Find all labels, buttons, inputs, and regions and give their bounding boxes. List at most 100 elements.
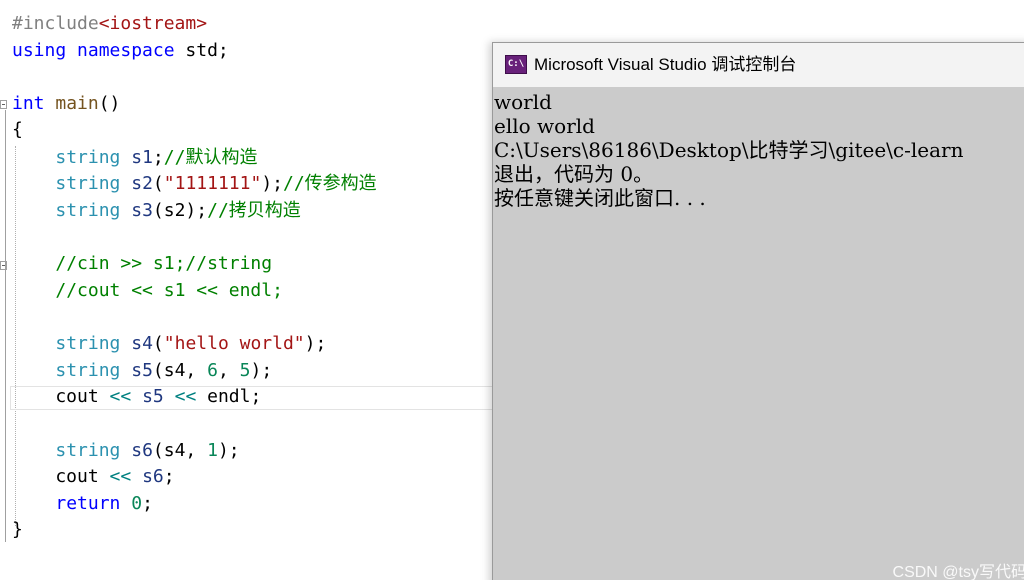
code-token: string	[55, 173, 121, 194]
code-line[interactable]: using namespace std;	[12, 38, 229, 64]
code-line[interactable]: int main()	[12, 91, 120, 117]
code-token: //拷贝构造	[207, 200, 301, 221]
code-token: <iostream>	[98, 13, 208, 34]
code-token: (	[152, 173, 164, 194]
console-output-area[interactable]: world ello world C:\Users\86186\Desktop\比特…	[493, 87, 1024, 580]
code-token: {	[12, 119, 23, 140]
code-line[interactable]: string s1;//默认构造	[12, 145, 257, 171]
console-title-bar[interactable]: C:\ Microsoft Visual Studio 调试控制台	[493, 43, 1024, 87]
code-token: string	[55, 200, 121, 221]
code-token: "1111111"	[163, 173, 262, 194]
code-line[interactable]: cout << s5 << endl;	[12, 384, 261, 410]
console-output-line: C:\Users\86186\Desktop\比特学习\gitee\c-lear…	[494, 138, 964, 162]
code-token: );	[261, 173, 283, 194]
code-token: ()	[98, 93, 121, 114]
console-output-line: 按任意键关闭此窗口. . .	[494, 186, 706, 210]
code-token: string	[55, 360, 121, 381]
code-token: s1	[131, 147, 153, 168]
code-token: //传参构造	[283, 173, 377, 194]
code-token: using	[12, 40, 67, 61]
code-token: main	[55, 93, 99, 114]
code-token: );	[217, 440, 240, 461]
code-token: s3	[131, 200, 153, 221]
code-token: ;	[142, 493, 153, 514]
code-token: 6	[207, 360, 218, 381]
code-line[interactable]: string s5(s4, 6, 5);	[12, 358, 272, 384]
console-window-title: Microsoft Visual Studio 调试控制台	[534, 55, 797, 74]
code-token: (s4,	[152, 360, 208, 381]
code-token: (s4,	[152, 440, 208, 461]
code-token: ,	[217, 360, 240, 381]
code-token: //cin >> s1;//string	[55, 253, 273, 274]
code-line[interactable]: return 0;	[12, 491, 153, 517]
debug-console-window[interactable]: C:\ Microsoft Visual Studio 调试控制台 world e…	[492, 42, 1024, 580]
code-token: (	[152, 333, 164, 354]
code-token: s6	[131, 440, 153, 461]
scope-indicator-line	[5, 110, 6, 542]
console-output-line: 退出，代码为 0。	[494, 162, 654, 186]
code-token: 0	[131, 493, 143, 514]
code-token: <<	[174, 386, 197, 407]
fold-toggle-main[interactable]	[0, 100, 7, 109]
code-line[interactable]: //cout << s1 << endl;	[12, 278, 283, 304]
code-token: string	[55, 440, 121, 461]
code-token: <<	[109, 466, 132, 487]
code-token: }	[12, 519, 23, 540]
console-output-line: ello world	[494, 114, 595, 138]
code-token: );	[250, 360, 273, 381]
code-token: s6	[142, 466, 164, 487]
code-token: string	[55, 147, 121, 168]
code-line[interactable]: }	[12, 517, 23, 543]
code-line[interactable]: cout << s6;	[12, 464, 175, 490]
code-token: s2	[131, 173, 153, 194]
code-line[interactable]: //cin >> s1;//string	[12, 251, 272, 277]
console-app-icon: C:\	[505, 55, 527, 74]
code-token: "hello world"	[163, 333, 305, 354]
code-token: (s2);	[152, 200, 208, 221]
code-token: endl;	[196, 386, 262, 407]
code-token: //cout << s1 << endl;	[55, 280, 283, 301]
code-token: );	[304, 333, 327, 354]
code-line[interactable]: string s4("hello world");	[12, 331, 326, 357]
code-line[interactable]: {	[12, 117, 23, 143]
code-token: std;	[174, 40, 229, 61]
code-token: ;	[163, 466, 175, 487]
code-token: #include	[12, 13, 99, 34]
code-token: 5	[239, 360, 251, 381]
code-line[interactable]: string s2("1111111");//传参构造	[12, 171, 377, 197]
code-line[interactable]: #include<iostream>	[12, 11, 207, 37]
code-token: ;	[152, 147, 164, 168]
code-line[interactable]: string s3(s2);//拷贝构造	[12, 198, 301, 224]
code-token: s4	[131, 333, 153, 354]
code-token: s5	[142, 386, 164, 407]
code-token: cout	[12, 466, 110, 487]
code-token: 1	[207, 440, 218, 461]
code-token: <<	[109, 386, 132, 407]
code-line[interactable]: string s6(s4, 1);	[12, 438, 240, 464]
code-token: cout	[12, 386, 110, 407]
code-token: int	[12, 93, 45, 114]
code-token: return	[55, 493, 121, 514]
code-token: //默认构造	[163, 147, 258, 168]
